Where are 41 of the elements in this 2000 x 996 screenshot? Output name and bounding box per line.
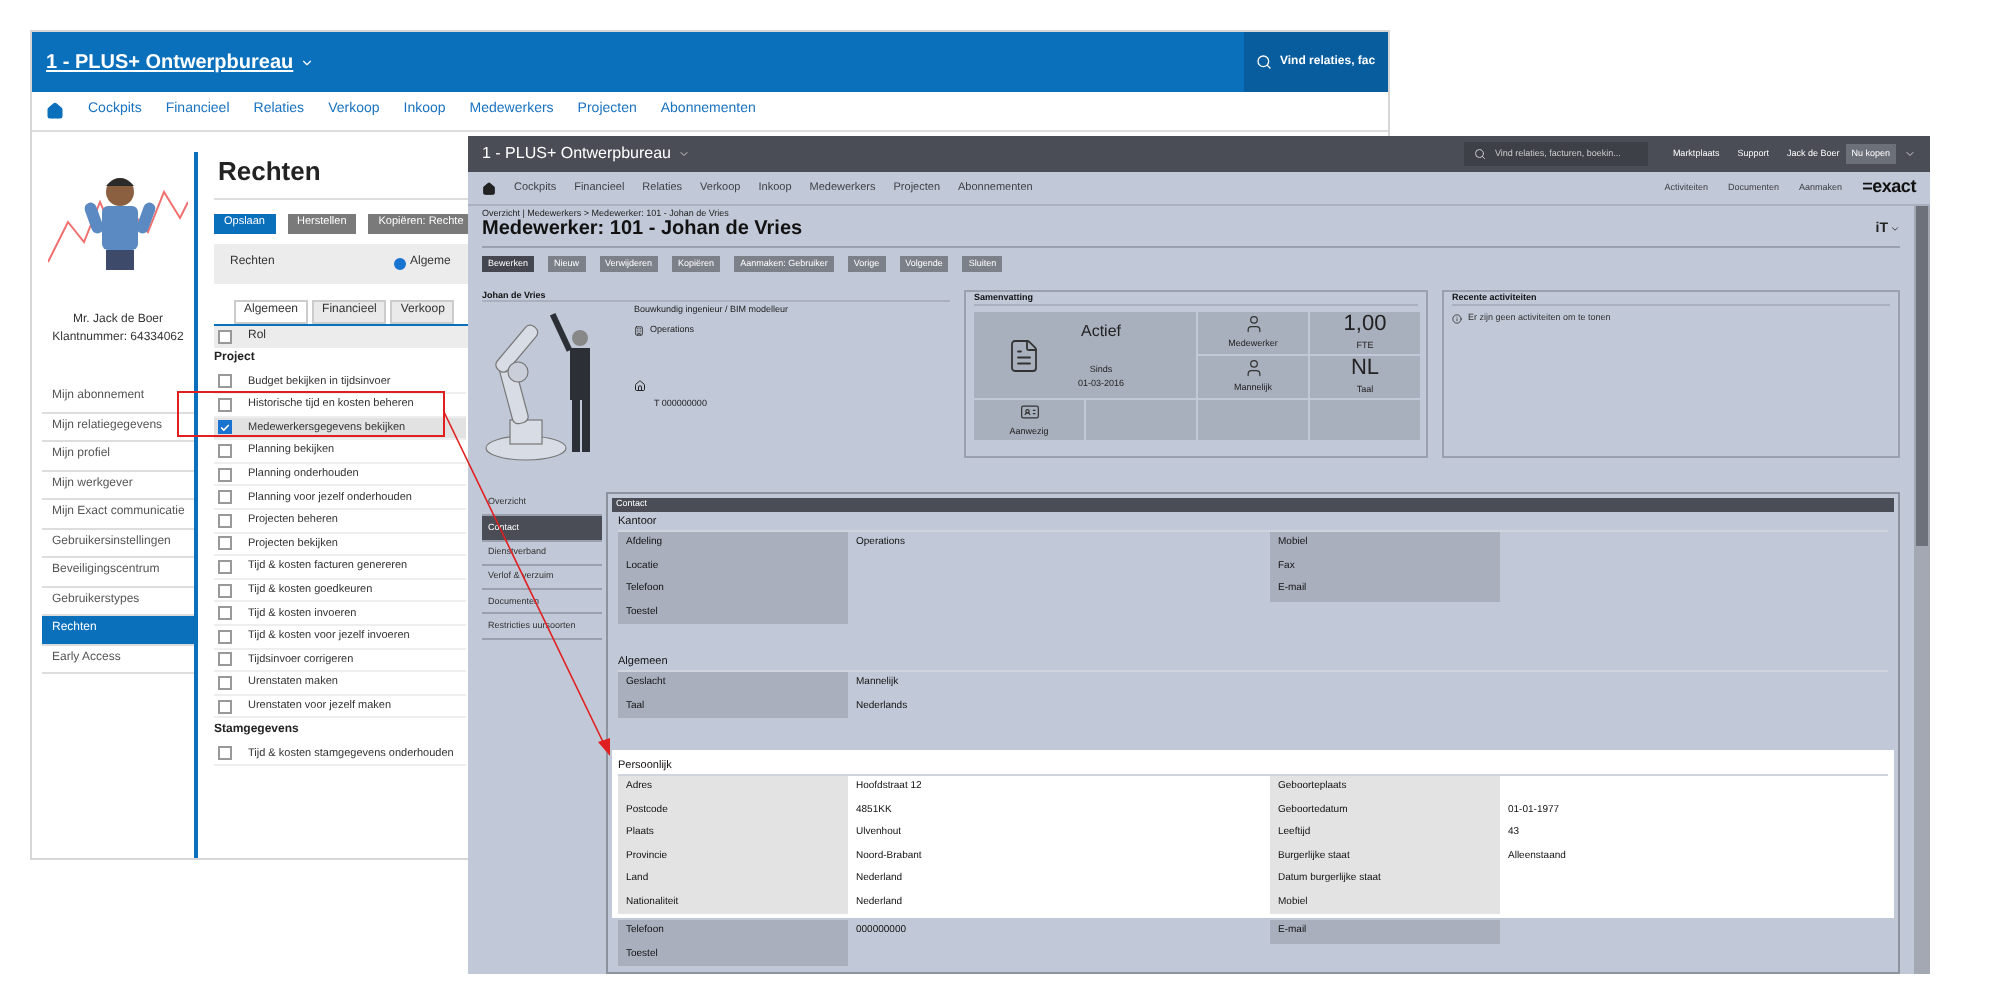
checkbox[interactable] <box>218 513 232 528</box>
chevron-icon[interactable] <box>677 148 689 160</box>
checkbox[interactable] <box>218 699 232 714</box>
home-icon[interactable] <box>482 181 496 195</box>
checkbox[interactable] <box>218 374 232 389</box>
checkbox[interactable] <box>218 397 232 412</box>
person-icon <box>1243 314 1263 335</box>
checkbox[interactable] <box>218 536 232 551</box>
check-icon <box>220 421 230 434</box>
search-icon <box>1474 148 1487 160</box>
home-icon <box>634 379 646 391</box>
status-value: Actief <box>1081 319 1122 344</box>
page-title: Medewerker: 101 - Johan de Vries <box>482 219 803 240</box>
tile-value: 1,00 <box>1343 313 1387 336</box>
home-icon[interactable] <box>46 102 64 120</box>
scrollbar[interactable] <box>1914 206 1930 974</box>
document-icon <box>1006 337 1042 373</box>
checkbox[interactable] <box>218 560 232 575</box>
chevron-icon[interactable] <box>1904 148 1916 160</box>
checkbox[interactable] <box>218 444 232 459</box>
caret-icon <box>1890 224 1900 235</box>
badge-icon <box>1019 401 1039 422</box>
search-icon <box>1256 54 1272 70</box>
info-icon <box>1452 313 1462 324</box>
checkbox[interactable] <box>218 467 232 482</box>
person-icon <box>1243 358 1263 379</box>
checkbox[interactable] <box>218 606 232 621</box>
checkbox[interactable] <box>218 420 232 435</box>
checkbox[interactable] <box>218 676 232 691</box>
checkbox[interactable] <box>218 652 232 667</box>
company-title[interactable]: 1 - PLUS+ Ontwerpbureau <box>46 47 294 77</box>
radio-button[interactable] <box>394 257 406 269</box>
chevron-icon[interactable] <box>299 55 314 69</box>
building-icon <box>634 325 644 336</box>
checkbox[interactable] <box>218 629 232 644</box>
checkbox[interactable] <box>218 746 232 761</box>
logo[interactable]: =exact <box>1862 174 1916 202</box>
checkbox[interactable] <box>218 329 232 343</box>
checkbox[interactable] <box>218 583 232 598</box>
checkbox[interactable] <box>218 490 232 505</box>
tile-value: NL <box>1350 357 1380 380</box>
